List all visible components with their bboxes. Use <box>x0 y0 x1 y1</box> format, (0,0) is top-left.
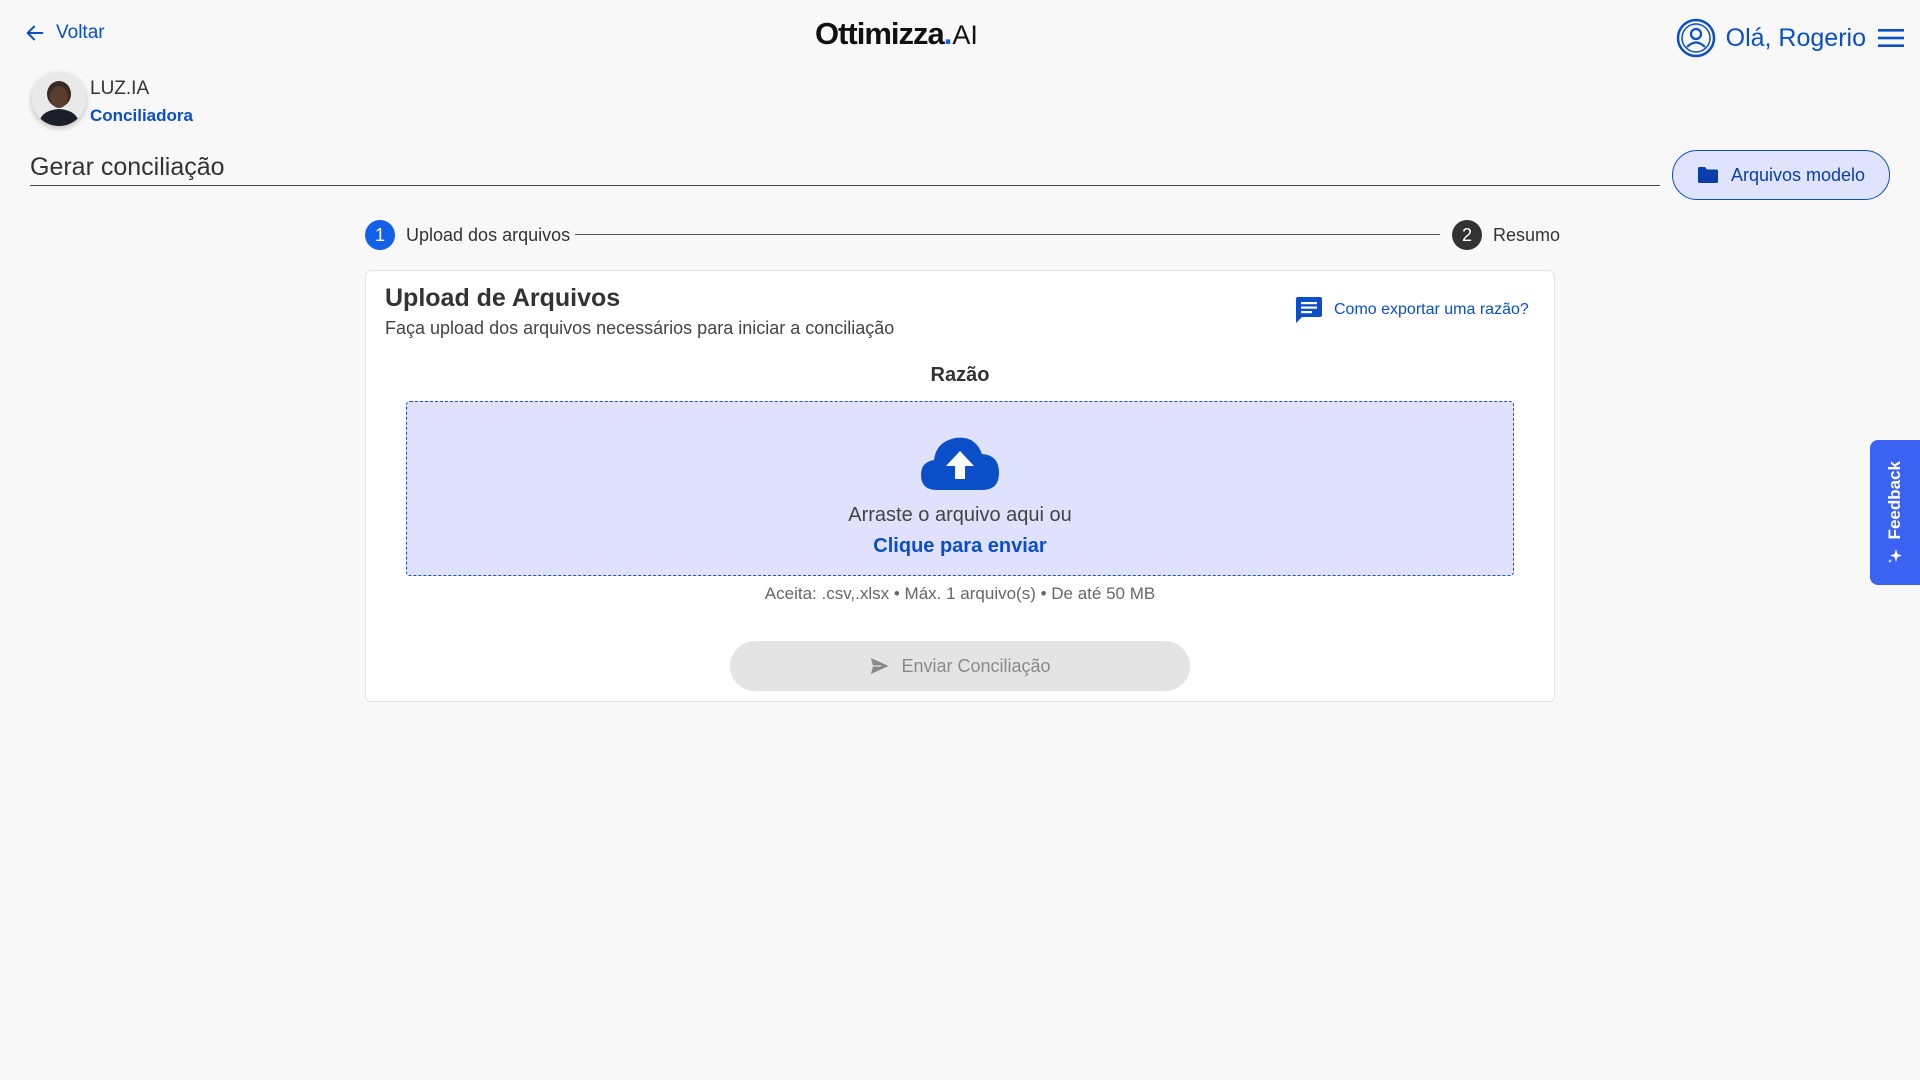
step-number: 2 <box>1452 220 1482 250</box>
back-label: Voltar <box>56 22 105 43</box>
assistant-role: Conciliadora <box>90 106 193 125</box>
arrow-left-icon <box>26 25 44 41</box>
step-number: 1 <box>365 220 395 250</box>
folder-icon <box>1697 167 1718 183</box>
app-logo: Ottimizza. AI <box>815 16 978 52</box>
back-button[interactable]: Voltar <box>24 22 105 44</box>
feedback-tab[interactable]: Feedback <box>1870 440 1920 585</box>
dropzone-text: Arraste o arquivo aqui ou <box>848 504 1072 526</box>
models-button-label: Arquivos modelo <box>1730 164 1866 185</box>
models-button[interactable]: Arquivos modelo <box>1672 150 1890 200</box>
step-upload: 1 Upload dos arquivos <box>365 220 570 250</box>
upload-link[interactable]: Clique para enviar <box>873 535 1046 558</box>
send-icon <box>869 656 892 676</box>
user-circle-icon <box>1676 18 1715 58</box>
file-dropzone[interactable]: Arraste o arquivo aqui ou Clique para en… <box>406 401 1514 576</box>
accepted-formats: Aceita: .csv,.xlsx • Máx. 1 arquivo(s) •… <box>764 584 1156 603</box>
feedback-label: Feedback <box>1885 461 1904 540</box>
section-label: Razão <box>930 364 990 386</box>
logo-dot: . <box>943 16 953 51</box>
user-menu[interactable]: Olá, Rogerio <box>1676 18 1866 58</box>
chat-icon <box>1296 297 1322 323</box>
assistant-name: LUZ.IA <box>90 78 150 99</box>
step-label: Resumo <box>1493 224 1561 245</box>
logo-word: Ottimizza <box>815 16 945 51</box>
page-title: Gerar conciliação <box>30 153 225 181</box>
step-summary: 2 Resumo <box>1452 220 1560 250</box>
card-title: Upload de Arquivos <box>385 284 621 312</box>
step-label: Upload dos arquivos <box>406 224 571 245</box>
user-greeting: Olá, Rogerio <box>1725 23 1866 52</box>
send-conciliation-button[interactable]: Enviar Conciliação <box>730 641 1190 691</box>
logo-ai: AI <box>952 20 978 50</box>
card-subtitle: Faça upload dos arquivos necessários par… <box>385 318 895 338</box>
export-help-label: Como exportar uma razão? <box>1334 301 1529 318</box>
title-divider <box>30 185 1660 186</box>
stepper-connector <box>575 234 1440 235</box>
sparkle-icon <box>1888 548 1902 563</box>
avatar <box>32 72 86 126</box>
cloud-upload-icon <box>921 437 999 490</box>
menu-icon[interactable] <box>1878 27 1904 49</box>
send-button-label: Enviar Conciliação <box>901 655 1051 676</box>
export-help-link[interactable]: Como exportar uma razão? <box>1294 296 1529 324</box>
